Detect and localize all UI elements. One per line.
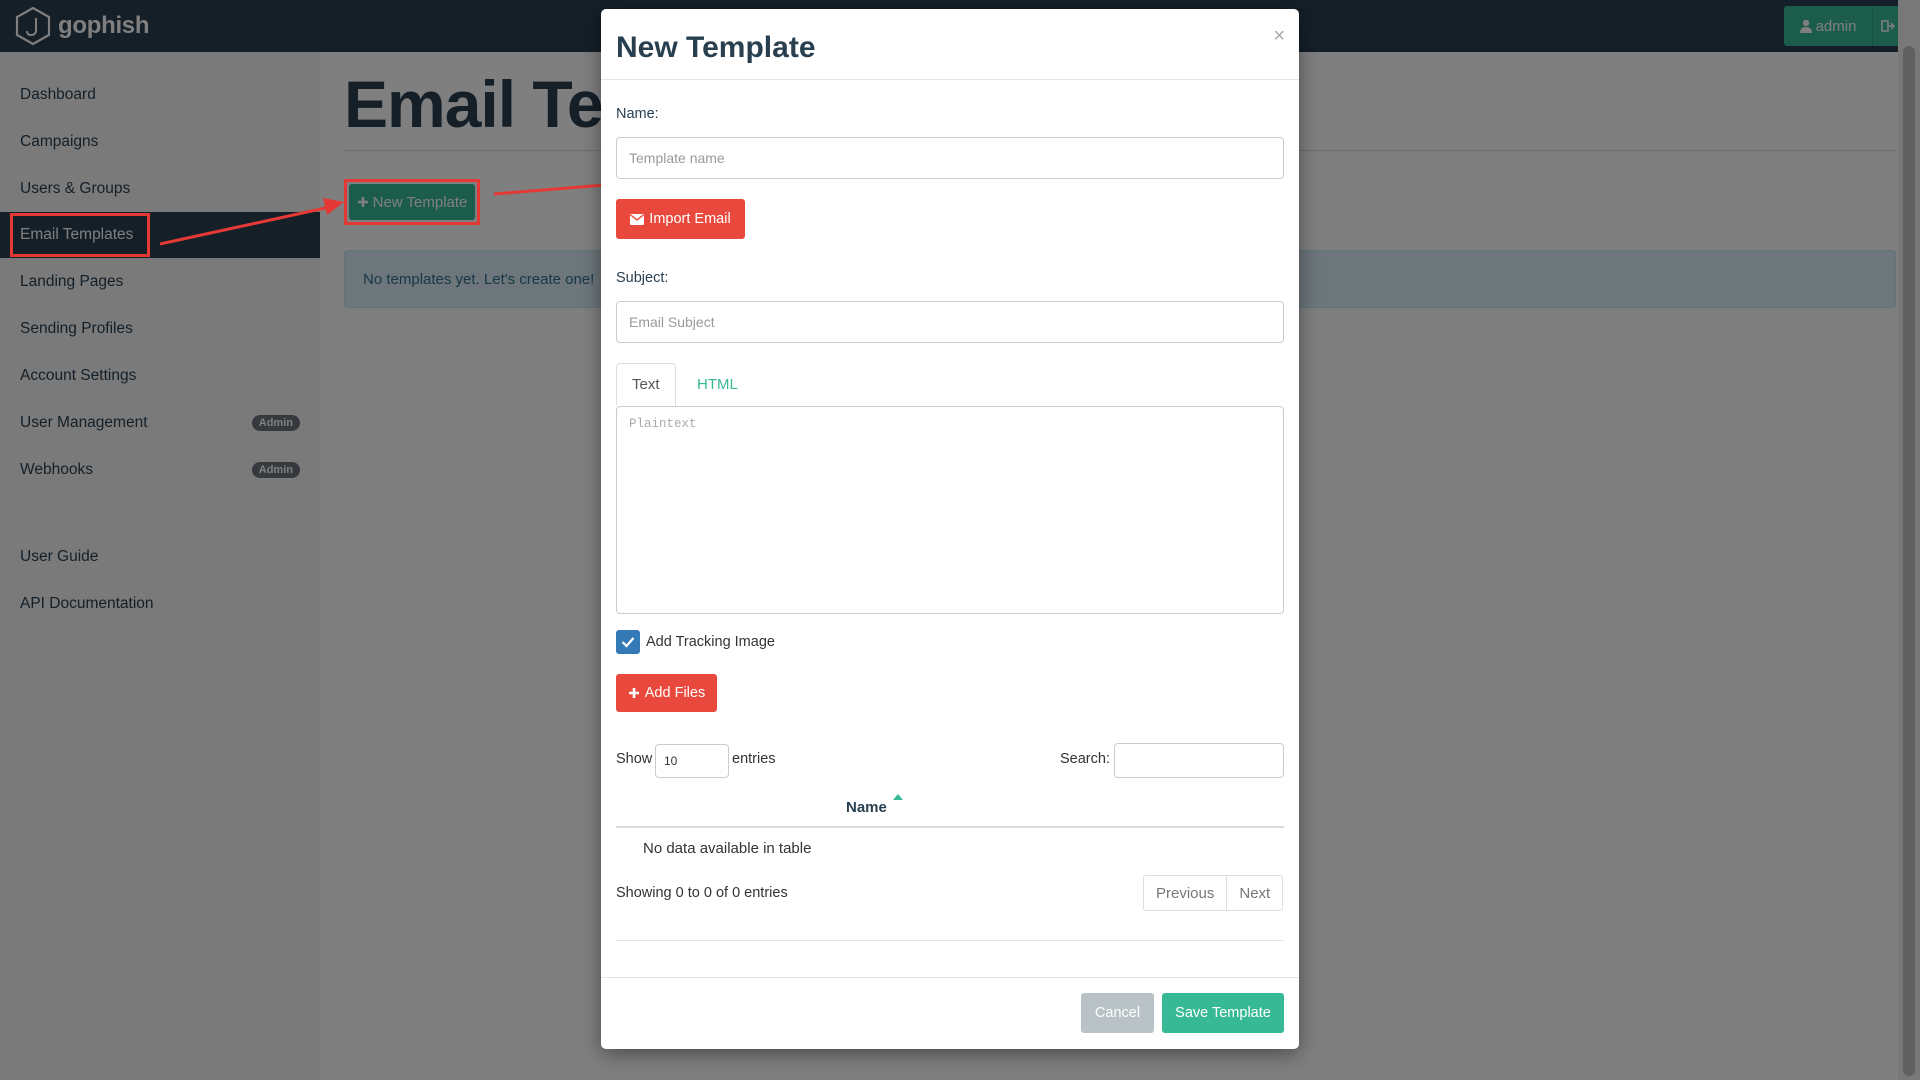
table-search-input[interactable]	[1114, 743, 1284, 778]
add-files-button[interactable]: Add Files	[616, 674, 717, 712]
table-pagination: Previous Next	[1143, 875, 1284, 911]
name-label: Name:	[616, 106, 659, 122]
import-email-label: Import Email	[649, 211, 731, 227]
save-template-button[interactable]: Save Template	[1162, 993, 1284, 1033]
sort-ascending-icon[interactable]	[893, 794, 903, 800]
subject-label: Subject:	[616, 270, 669, 286]
content-tabs: Text HTML	[616, 363, 1284, 406]
add-files-label: Add Files	[644, 685, 706, 701]
email-subject-input[interactable]	[616, 301, 1284, 343]
envelope-icon	[630, 213, 645, 225]
tracking-image-label[interactable]: Add Tracking Image	[646, 634, 775, 650]
modal-footer-divider	[601, 977, 1299, 978]
import-email-button[interactable]: Import Email	[616, 199, 745, 239]
new-template-modal: New Template × Name: Import Email Subjec…	[601, 9, 1299, 1049]
cancel-button[interactable]: Cancel	[1081, 993, 1154, 1033]
entries-per-page-select[interactable]	[655, 744, 729, 778]
table-info-text: Showing 0 to 0 of 0 entries	[616, 885, 788, 901]
name-column-header[interactable]: Name	[846, 799, 887, 816]
modal-title: New Template	[616, 31, 816, 64]
next-page-button[interactable]: Next	[1227, 875, 1284, 911]
close-icon[interactable]: ×	[1273, 25, 1285, 48]
table-search-label: Search:	[1060, 751, 1110, 767]
tracking-image-checkbox[interactable]	[616, 630, 640, 654]
table-footer-divider	[616, 940, 1284, 941]
plus-icon	[628, 688, 639, 698]
table-header-divider	[616, 826, 1284, 828]
tab-html[interactable]: HTML	[682, 363, 753, 406]
previous-page-button[interactable]: Previous	[1143, 875, 1228, 911]
plaintext-textarea[interactable]	[616, 406, 1284, 614]
entries-label: entries	[732, 751, 776, 767]
show-entries-label: Show	[616, 751, 653, 767]
modal-header-divider	[601, 79, 1299, 80]
template-name-input[interactable]	[616, 137, 1284, 179]
checkmark-icon	[621, 637, 635, 648]
table-empty-row: No data available in table	[643, 840, 812, 857]
tab-text[interactable]: Text	[616, 363, 676, 406]
